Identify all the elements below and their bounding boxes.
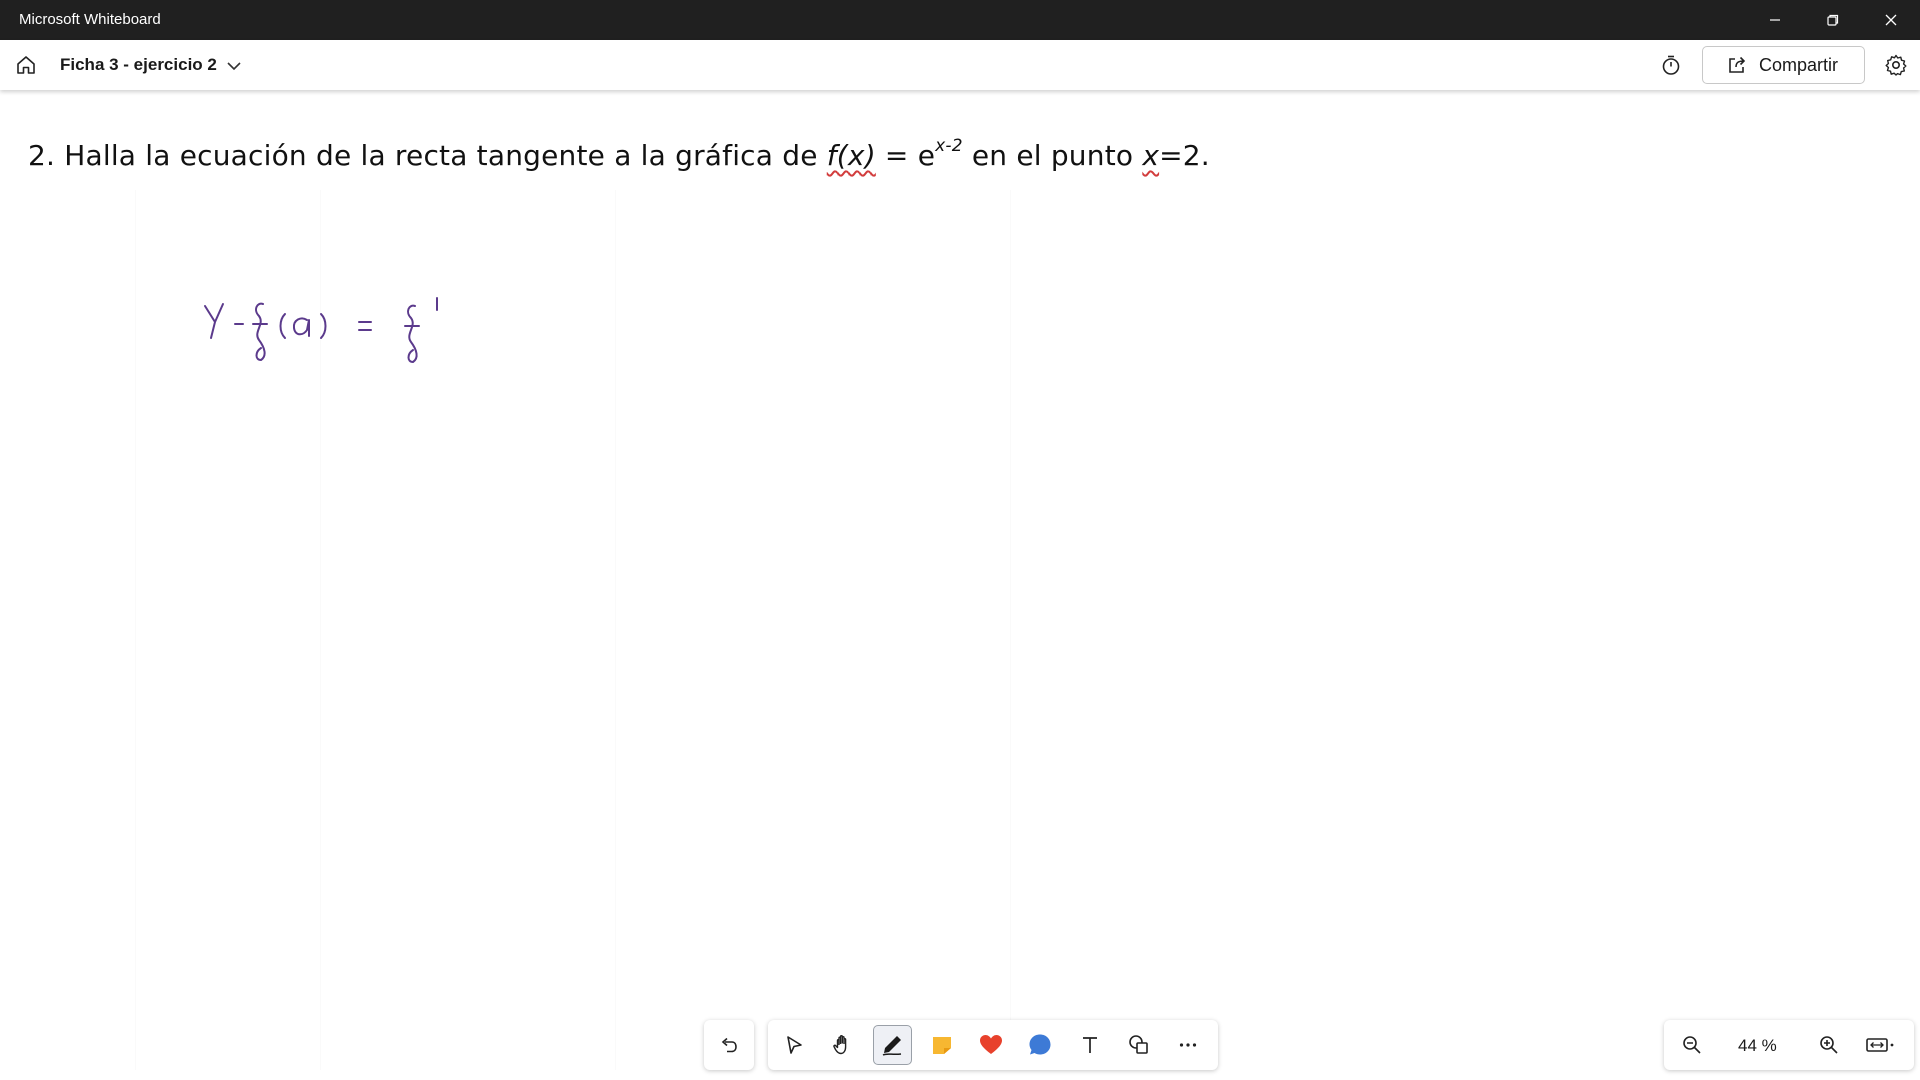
share-button[interactable]: Compartir <box>1702 46 1865 84</box>
select-tool[interactable] <box>774 1025 813 1065</box>
sticky-note-icon <box>932 1037 951 1054</box>
text-icon <box>1082 1037 1097 1053</box>
app-title: Microsoft Whiteboard <box>19 11 161 28</box>
sticky-note-tool[interactable] <box>922 1025 961 1065</box>
canvas-guide <box>1010 190 1011 1070</box>
ink-stroke-y <box>204 303 224 339</box>
pen-icon <box>882 1036 902 1056</box>
ink-stroke-paren-open <box>279 313 286 339</box>
equals-e: = e <box>875 139 936 172</box>
board-title[interactable]: Ficha 3 - ejercicio 2 <box>60 55 217 75</box>
zoom-toolbar: 44 % <box>1664 1020 1914 1070</box>
zoom-in-icon <box>1820 1036 1838 1054</box>
undo-icon <box>721 1037 737 1053</box>
shapes-tool[interactable] <box>1119 1025 1158 1065</box>
timer-icon <box>1662 55 1680 75</box>
board-header: Ficha 3 - ejercicio 2 Compartir <box>0 40 1920 90</box>
comment-icon <box>1029 1034 1051 1055</box>
close-button[interactable] <box>1862 0 1920 40</box>
tools-toolbar <box>768 1020 1218 1070</box>
problem-statement[interactable]: 2. Halla la ecuación de la recta tangent… <box>28 136 1210 172</box>
problem-text-middle: en el punto <box>962 139 1143 172</box>
share-icon <box>1729 56 1746 73</box>
close-icon <box>1885 14 1897 26</box>
minimize-button[interactable] <box>1746 0 1804 40</box>
board-menu-button[interactable] <box>223 55 245 77</box>
shapes-icon <box>1129 1035 1148 1054</box>
hand-icon <box>833 1035 847 1055</box>
restore-button[interactable] <box>1804 0 1862 40</box>
ink-stroke-equals <box>358 321 372 331</box>
home-icon <box>17 56 35 74</box>
undo-toolbar <box>704 1020 754 1070</box>
settings-button[interactable] <box>1880 49 1912 81</box>
pan-tool[interactable] <box>823 1025 862 1065</box>
minimize-icon <box>1770 19 1780 21</box>
exponent: x-2 <box>935 136 963 156</box>
timer-button[interactable] <box>1655 49 1687 81</box>
more-tools-button[interactable] <box>1169 1025 1208 1065</box>
home-button[interactable] <box>10 49 42 81</box>
problem-text: Halla la ecuación de la recta tangente a… <box>64 139 818 172</box>
function-fx: f(x) <box>826 139 876 172</box>
zoom-out-icon <box>1683 1036 1701 1054</box>
fit-screen-icon <box>1866 1038 1894 1052</box>
ink-stroke-paren-close <box>320 313 327 339</box>
whiteboard-canvas[interactable]: 2. Halla la ecuación de la recta tangent… <box>0 90 1920 1080</box>
ink-stroke-f <box>252 302 268 361</box>
text-tool[interactable] <box>1070 1025 1109 1065</box>
more-icon <box>1180 1043 1197 1047</box>
x-variable: x <box>1142 139 1160 172</box>
fit-to-screen-button[interactable] <box>1860 1025 1900 1065</box>
pointer-icon <box>786 1036 802 1054</box>
chevron-down-icon <box>227 62 241 71</box>
undo-button[interactable] <box>709 1025 749 1065</box>
problem-number: 2. <box>28 139 56 172</box>
handwriting-ink[interactable] <box>195 290 455 370</box>
reactions-tool[interactable] <box>971 1025 1010 1065</box>
comment-tool[interactable] <box>1021 1025 1060 1065</box>
heart-icon <box>980 1035 1002 1054</box>
share-label: Compartir <box>1759 54 1839 75</box>
ink-stroke-a <box>292 317 310 337</box>
canvas-guide <box>135 190 136 1070</box>
ink-stroke-f2 <box>404 304 420 363</box>
restore-icon <box>1827 14 1839 26</box>
zoom-out-button[interactable] <box>1672 1025 1712 1065</box>
x-value: =2. <box>1159 139 1210 172</box>
zoom-in-button[interactable] <box>1809 1025 1849 1065</box>
pen-tool[interactable] <box>872 1025 913 1065</box>
zoom-level: 44 % <box>1738 1036 1777 1055</box>
title-bar: Microsoft Whiteboard <box>0 0 1920 40</box>
gear-icon <box>1885 54 1907 76</box>
canvas-guide <box>615 190 616 1070</box>
